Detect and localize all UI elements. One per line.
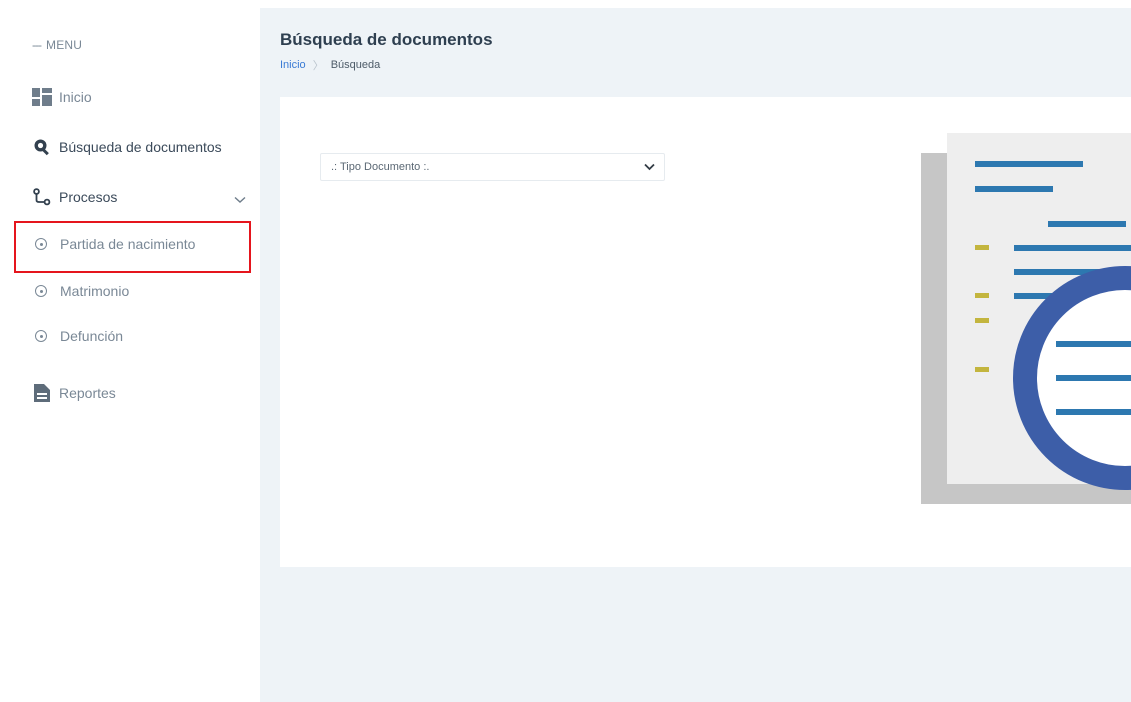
sidebar-item-inicio[interactable]: Inicio	[32, 88, 92, 106]
sidebar: --- MENU Inicio Búsqueda de documentos P…	[0, 8, 260, 702]
main-content: Búsqueda de documentos Inicio 〉 Búsqueda…	[260, 8, 1131, 702]
document-type-select[interactable]: .: Tipo Documento :.	[320, 153, 665, 181]
sidebar-item-label: Procesos	[59, 189, 118, 205]
breadcrumb-home-link[interactable]: Inicio	[280, 59, 306, 71]
sidebar-item-label: Inicio	[59, 89, 92, 105]
sidebar-item-label: Reportes	[59, 385, 116, 401]
menu-header-label: MENU	[46, 38, 83, 52]
sidebar-item-reportes[interactable]: Reportes	[32, 384, 116, 402]
app-root: --- MENU Inicio Búsqueda de documentos P…	[0, 0, 1131, 702]
search-document-icon	[32, 138, 52, 156]
highlight-annotation-box	[14, 221, 251, 273]
sidebar-item-label: Búsqueda de documentos	[59, 139, 222, 155]
radio-dot-icon	[35, 330, 47, 342]
sidebar-subitem-label: Defunción	[60, 328, 124, 344]
chevron-down-icon[interactable]	[234, 191, 246, 207]
search-card: .: Tipo Documento :.	[280, 97, 1131, 567]
chevron-down-icon	[644, 162, 655, 174]
sidebar-item-procesos[interactable]: Procesos	[32, 188, 247, 206]
page-title: Búsqueda de documentos	[280, 30, 493, 49]
document-search-illustration	[920, 133, 1131, 513]
sidebar-item-busqueda[interactable]: Búsqueda de documentos	[32, 138, 222, 156]
dashboard-icon	[32, 88, 52, 106]
sidebar-subitem-defuncion[interactable]: Defunción	[35, 328, 123, 344]
menu-dash: ---	[32, 38, 42, 52]
process-flow-icon	[32, 188, 52, 206]
sidebar-subitem-matrimonio[interactable]: Matrimonio	[35, 283, 129, 299]
breadcrumb-current: Búsqueda	[330, 59, 381, 71]
radio-dot-icon	[35, 285, 47, 297]
sidebar-subitem-label: Matrimonio	[60, 283, 130, 299]
breadcrumb-separator-icon: 〉	[312, 60, 324, 72]
menu-header: --- MENU	[32, 38, 82, 52]
breadcrumb: Inicio 〉 Búsqueda	[280, 57, 380, 73]
document-type-select-value: .: Tipo Documento :.	[331, 161, 430, 173]
report-file-icon	[32, 384, 52, 402]
